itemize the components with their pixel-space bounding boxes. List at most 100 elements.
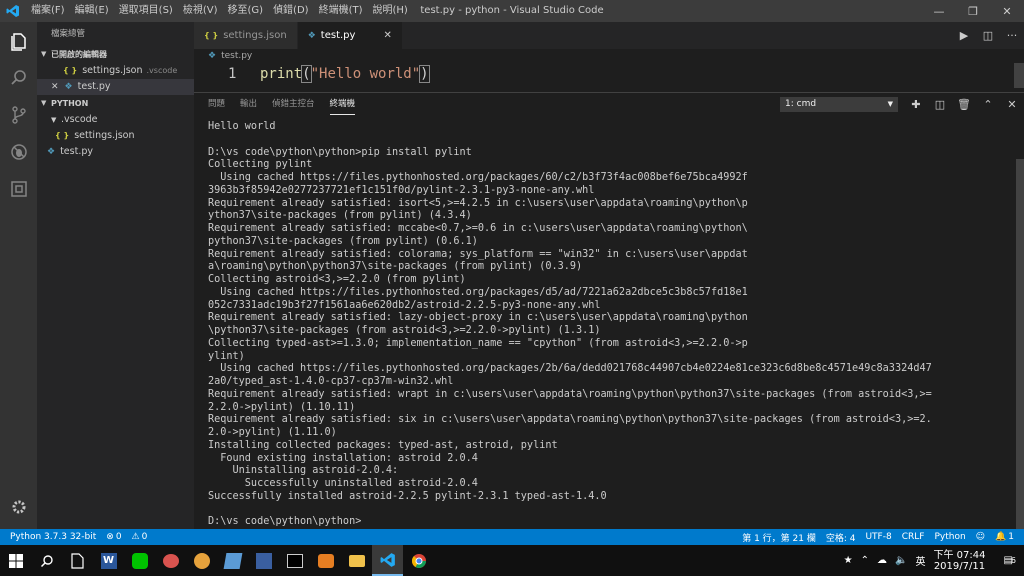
json-icon: { }: [55, 131, 70, 140]
windows-start-icon[interactable]: [0, 545, 31, 576]
chevron-up-icon[interactable]: ⌃: [976, 98, 1000, 111]
tree-folder[interactable]: ▼ .vscode: [37, 112, 194, 128]
terminal-line: 2.0->pylint) (1.11.0): [208, 427, 337, 438]
terminal-line: D:\vs code\python\python>: [208, 516, 362, 528]
language-mode[interactable]: Python: [934, 532, 965, 542]
clock[interactable]: 下午 07:44 2019/7/11: [933, 550, 993, 572]
title-bar: 檔案(F) 編輯(E) 選取項目(S) 檢視(V) 移至(G) 偵錯(D) 終端…: [0, 0, 1024, 22]
chevron-down-icon: ▼: [887, 99, 893, 108]
code-paren-close: ): [419, 65, 430, 83]
trash-icon[interactable]: 🗑: [952, 98, 976, 111]
terminal-line: Using cached https://files.pythonhosted.…: [208, 286, 748, 298]
error-count[interactable]: 0: [116, 532, 122, 542]
line-icon[interactable]: [124, 545, 155, 576]
bell-icon[interactable]: 🔔: [995, 532, 1006, 542]
extensions-icon[interactable]: [0, 170, 37, 207]
debug-icon[interactable]: [0, 133, 37, 170]
menu-edit[interactable]: 編輯(E): [70, 0, 114, 22]
menu-view[interactable]: 檢視(V): [178, 0, 223, 22]
app-icon[interactable]: [155, 545, 186, 576]
plus-icon[interactable]: ✚: [904, 98, 928, 111]
tab-debug-console[interactable]: 偵錯主控台: [272, 94, 315, 114]
terminal-line: Requirement already satisfied: mccabe<0.…: [208, 223, 748, 234]
code-string: "Hello world": [310, 66, 421, 82]
menu-go[interactable]: 移至(G): [223, 0, 269, 22]
indentation[interactable]: 空格: 4: [826, 531, 856, 544]
terminal-output[interactable]: Hello world D:\vs code\python\python>pip…: [208, 121, 1008, 529]
media-player-icon[interactable]: [310, 545, 341, 576]
warning-icon[interactable]: ⚠: [132, 532, 140, 542]
tree-file[interactable]: { } settings.json: [37, 128, 194, 144]
terminal-line: Using cached https://files.pythonhosted.…: [208, 363, 932, 375]
open-editors-title: 已開啟的編輯器: [51, 50, 107, 59]
editor-scrollbar[interactable]: [1014, 63, 1024, 88]
run-icon[interactable]: ▶: [952, 29, 976, 42]
close-icon[interactable]: ✕: [51, 79, 59, 95]
tree-file[interactable]: ❖ test.py: [37, 144, 194, 160]
tab-problems[interactable]: 問題: [208, 94, 225, 114]
volume-icon[interactable]: 🔈: [895, 555, 907, 566]
folder-icon[interactable]: [341, 545, 372, 576]
python-icon: ❖: [47, 147, 56, 157]
people-icon[interactable]: ★: [844, 555, 853, 566]
split-terminal-icon[interactable]: ◫: [928, 98, 952, 111]
tab-settings-json[interactable]: { } settings.json: [194, 22, 298, 49]
open-editor-item[interactable]: { } settings.json .vscode: [37, 63, 194, 79]
menu-file[interactable]: 檔案(F): [26, 0, 70, 22]
tab-output[interactable]: 輸出: [240, 94, 257, 114]
search-icon[interactable]: [31, 545, 62, 576]
status-bar: Python 3.7.3 32-bit ⊗ 0 ⚠ 0 第 1 行，第 21 欄…: [0, 529, 1024, 545]
restore-button[interactable]: ❐: [956, 0, 990, 22]
terminal-line: Requirement already satisfied: colorama;…: [208, 248, 748, 260]
source-control-icon[interactable]: [0, 96, 37, 133]
close-panel-icon[interactable]: ✕: [1000, 98, 1024, 111]
devcpp-icon[interactable]: [248, 545, 279, 576]
terminal-icon[interactable]: [279, 545, 310, 576]
terminal-select[interactable]: 1: cmd ▼: [780, 96, 898, 112]
line-ending[interactable]: CRLF: [902, 532, 925, 542]
paint-icon[interactable]: [186, 545, 217, 576]
python-interpreter[interactable]: Python 3.7.3 32-bit: [10, 532, 96, 542]
project-section[interactable]: ▼ PYTHON: [37, 95, 194, 112]
json-icon: { }: [63, 66, 78, 75]
app-icon[interactable]: [217, 545, 248, 576]
breadcrumb[interactable]: ❖ test.py: [194, 49, 1024, 63]
menu-selection[interactable]: 選取項目(S): [114, 0, 178, 22]
breadcrumb-label: test.py: [221, 51, 253, 61]
cloud-icon[interactable]: ☁: [877, 555, 887, 566]
file-icon[interactable]: [62, 545, 93, 576]
word-icon[interactable]: W: [93, 545, 124, 576]
cursor-position[interactable]: 第 1 行，第 21 欄: [742, 531, 816, 544]
ime-indicator[interactable]: 英: [915, 553, 925, 568]
minimize-button[interactable]: —: [922, 0, 956, 22]
chevron-down-icon: ▼: [41, 99, 47, 107]
terminal-line: 052c7331adc19b3f27f1561aa6e620db2/astroi…: [208, 299, 601, 311]
warning-count[interactable]: 0: [142, 532, 148, 542]
menu-help[interactable]: 說明(H): [368, 0, 413, 22]
error-icon[interactable]: ⊗: [106, 532, 114, 542]
chevron-up-icon[interactable]: ⌃: [861, 555, 869, 566]
gear-icon[interactable]: [0, 488, 37, 525]
tab-terminal[interactable]: 終端機: [329, 94, 356, 115]
chrome-icon[interactable]: [403, 545, 434, 576]
smiley-icon[interactable]: ☺: [976, 532, 985, 542]
explorer-icon[interactable]: [0, 22, 37, 59]
notification-count[interactable]: 1: [1008, 532, 1014, 542]
open-editors-section[interactable]: ▼ 已開啟的編輯器: [37, 46, 194, 63]
encoding[interactable]: UTF-8: [865, 532, 891, 542]
vscode-taskbar-icon[interactable]: [372, 545, 403, 576]
close-window-button[interactable]: ✕: [990, 0, 1024, 22]
menu-debug[interactable]: 偵錯(D): [268, 0, 314, 22]
tab-test-py[interactable]: ❖ test.py ✕: [297, 22, 403, 49]
menu-terminal[interactable]: 終端機(T): [314, 0, 368, 22]
terminal-scrollbar[interactable]: [1016, 159, 1024, 529]
open-editor-item[interactable]: ✕ ❖ test.py: [37, 79, 194, 95]
close-icon[interactable]: ✕: [383, 30, 391, 41]
clock-time: 下午 07:44: [933, 549, 986, 561]
split-editor-icon[interactable]: ◫: [976, 29, 1000, 42]
code-line[interactable]: print("Hello world"): [260, 65, 430, 83]
search-icon[interactable]: [0, 59, 37, 96]
code-editor[interactable]: 1 print("Hello world"): [194, 63, 1024, 88]
more-actions-icon[interactable]: ···: [1000, 29, 1024, 42]
